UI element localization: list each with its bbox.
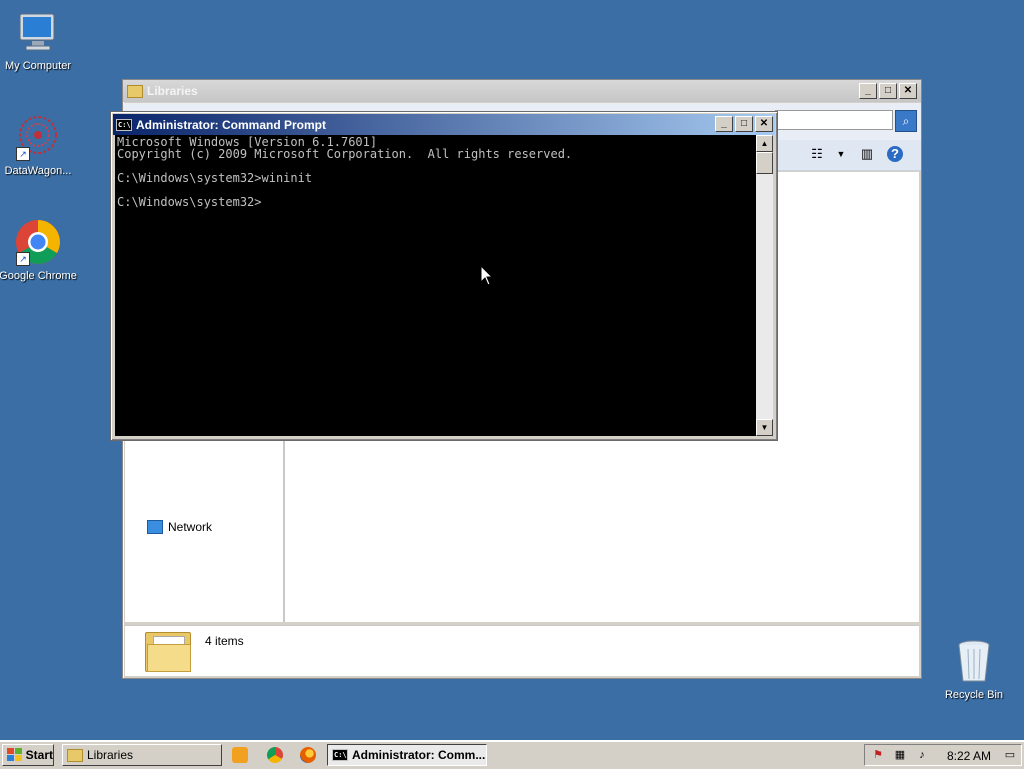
- chrome-icon: ↗: [14, 218, 62, 266]
- maximize-button[interactable]: □: [735, 116, 753, 132]
- taskbar-item-label: Libraries: [87, 748, 134, 762]
- windows-logo-icon: [7, 748, 23, 762]
- clock[interactable]: 8:22 AM: [947, 749, 991, 763]
- folder-icon: [67, 748, 83, 762]
- console-line: Copyright (c) 2009 Microsoft Corporation…: [117, 147, 573, 161]
- vertical-scrollbar[interactable]: ▲ ▼: [756, 135, 773, 436]
- desktop-icon-google-chrome[interactable]: ↗ Google Chrome: [0, 218, 78, 282]
- cmd-icon: C:\: [332, 749, 348, 761]
- preview-pane-icon[interactable]: ▥: [859, 146, 875, 162]
- media-player-icon[interactable]: [232, 747, 248, 763]
- start-label: Start: [25, 748, 53, 762]
- action-center-icon[interactable]: ⚑: [871, 748, 885, 762]
- minimize-button[interactable]: _: [859, 83, 877, 99]
- show-desktop-icon[interactable]: ▭: [1003, 748, 1017, 762]
- cmd-titlebar[interactable]: C:\ Administrator: Command Prompt: [113, 114, 775, 135]
- desktop-icon-label: DataWagon...: [4, 165, 72, 177]
- datawagon-icon: ↗: [14, 113, 62, 161]
- system-tray: ⚑ ▦ ♪ 8:22 AM ▭: [864, 744, 1022, 766]
- view-dropdown-icon[interactable]: ▼: [833, 146, 849, 162]
- recycle-bin-icon: [950, 637, 998, 685]
- nav-item-network[interactable]: Network: [147, 520, 212, 534]
- desktop-icon-recycle-bin[interactable]: Recycle Bin: [934, 637, 1014, 701]
- desktop-icon-label: My Computer: [4, 60, 72, 72]
- scroll-up-arrow-icon[interactable]: ▲: [756, 135, 773, 152]
- desktop-icon-datawagon[interactable]: ↗ DataWagon...: [0, 113, 78, 177]
- desktop-icon-label: Google Chrome: [0, 270, 77, 282]
- minimize-button[interactable]: _: [715, 116, 733, 132]
- start-button[interactable]: Start: [2, 744, 54, 766]
- my-computer-icon: [14, 8, 62, 56]
- folder-icon: [127, 84, 143, 98]
- taskbar-item-libraries[interactable]: Libraries: [62, 744, 222, 766]
- search-icon[interactable]: ⌕: [895, 110, 917, 132]
- libraries-folder-icon: [145, 632, 191, 672]
- taskbar: Start Libraries C:\ Administrator: Comm.…: [0, 740, 1024, 769]
- command-prompt-window[interactable]: C:\ Administrator: Command Prompt _ □ ✕ …: [110, 111, 778, 441]
- nav-item-label: Network: [168, 520, 213, 534]
- volume-icon[interactable]: ♪: [915, 748, 929, 762]
- change-view-icon[interactable]: ☷: [809, 146, 825, 162]
- libraries-title: Libraries: [147, 84, 198, 98]
- desktop-icon-my-computer[interactable]: My Computer: [0, 8, 78, 72]
- libraries-titlebar[interactable]: Libraries: [123, 80, 921, 102]
- taskbar-item-command-prompt[interactable]: C:\ Administrator: Comm...: [327, 744, 487, 766]
- scroll-thumb[interactable]: [756, 152, 773, 174]
- firefox-icon[interactable]: [300, 747, 316, 763]
- console-output[interactable]: Microsoft Windows [Version 6.1.7601] Copy…: [115, 135, 756, 436]
- network-icon[interactable]: ▦: [893, 748, 907, 762]
- network-icon: [147, 520, 163, 534]
- taskbar-item-label: Administrator: Comm...: [352, 748, 486, 762]
- details-pane: 4 items: [125, 625, 919, 676]
- console-line: C:\Windows\system32>: [117, 195, 262, 209]
- shortcut-arrow-icon: ↗: [16, 252, 30, 266]
- close-button[interactable]: ✕: [899, 83, 917, 99]
- search-input[interactable]: [775, 110, 893, 130]
- close-button[interactable]: ✕: [755, 116, 773, 132]
- cmd-title: Administrator: Command Prompt: [136, 117, 327, 132]
- chrome-icon[interactable]: [267, 747, 283, 763]
- item-count: 4 items: [205, 634, 244, 648]
- help-icon[interactable]: ?: [887, 146, 903, 162]
- console-line: C:\Windows\system32>wininit: [117, 171, 313, 185]
- desktop-icon-label: Recycle Bin: [944, 689, 1004, 701]
- shortcut-arrow-icon: ↗: [16, 147, 30, 161]
- scroll-down-arrow-icon[interactable]: ▼: [756, 419, 773, 436]
- maximize-button[interactable]: □: [879, 83, 897, 99]
- cmd-icon: C:\: [116, 118, 132, 131]
